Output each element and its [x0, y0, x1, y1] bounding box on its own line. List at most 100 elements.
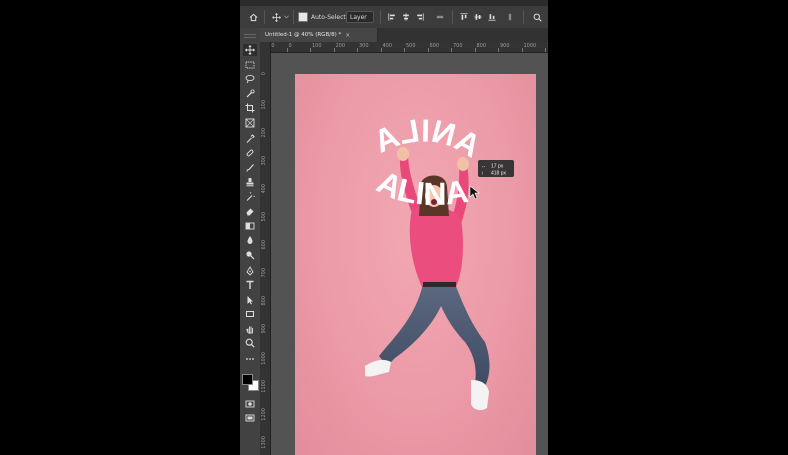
distribute-icon[interactable] [434, 9, 446, 25]
tools-panel [240, 28, 261, 455]
ruler-label: 1100 [261, 380, 267, 393]
align-top-icon[interactable] [458, 9, 470, 25]
chevron-down-icon[interactable] [283, 9, 289, 25]
auto-select-target-dropdown[interactable]: Layer [346, 11, 374, 23]
ruler-tick [380, 48, 382, 52]
ruler-label: 900 [261, 324, 267, 334]
layer-select-value: Layer [350, 13, 367, 21]
tooltip-dy: 418 px [491, 171, 507, 177]
ruler-tick [333, 48, 335, 52]
history-brush-icon[interactable] [243, 191, 257, 203]
lasso-tool-icon[interactable] [243, 73, 257, 85]
search-icon[interactable] [530, 9, 544, 25]
path-selection-icon[interactable] [243, 294, 257, 306]
document-tab-title: Untitled-1 @ 40% (RGB/8) * [265, 32, 342, 38]
measure-tooltip: ↔ 17 px ↕ 418 px [478, 160, 514, 177]
ruler-tick [404, 48, 405, 52]
ruler-tick [545, 48, 546, 52]
ruler-label: 300 [359, 43, 369, 49]
toolbar-grip[interactable] [244, 34, 256, 38]
type-tool-icon[interactable] [243, 279, 257, 291]
home-icon[interactable] [246, 9, 260, 25]
foreground-color-swatch[interactable] [242, 373, 253, 385]
align-horizontal-center-icon[interactable] [400, 9, 412, 25]
close-icon[interactable]: × [345, 32, 350, 39]
ruler-label: 1000 [261, 352, 267, 365]
clone-stamp-icon[interactable] [243, 176, 257, 188]
ruler-label: 100 [261, 100, 267, 110]
align-bottom-icon[interactable] [486, 9, 498, 25]
svg-text:↔: ↔ [481, 164, 486, 170]
dodge-tool-icon[interactable] [243, 249, 257, 261]
ruler-label: 1100 [547, 43, 548, 49]
crop-tool-icon[interactable] [243, 102, 257, 114]
gradient-tool-icon[interactable] [243, 220, 257, 232]
quick-mask-icon[interactable] [243, 398, 257, 410]
document-canvas[interactable]: ANILA ALINA ↔ 17 px ↕ 418 px [295, 74, 536, 455]
auto-select-checkbox[interactable] [298, 12, 308, 22]
ruler-tick [357, 48, 358, 52]
ruler-tick [474, 48, 476, 52]
ruler-tick [521, 48, 523, 52]
align-right-icon[interactable] [414, 9, 426, 25]
tooltip-dx: 17 px [491, 164, 504, 170]
ruler-tick [286, 48, 288, 52]
brush-tool-icon[interactable] [243, 162, 257, 174]
cursor-arrow-icon [469, 185, 480, 200]
ruler-label: 100 [312, 43, 322, 49]
eyedropper-tool-icon[interactable] [243, 133, 257, 145]
ruler-label: 1300 [261, 436, 267, 449]
ruler-label: 1000 [523, 43, 537, 49]
document-tab[interactable]: Untitled-1 @ 40% (RGB/8) * × [260, 28, 378, 42]
ruler-label: 800 [261, 296, 267, 306]
ruler-label: 700 [261, 268, 267, 278]
ruler-tick [498, 48, 499, 52]
vertical-ruler[interactable]: 0 100 200 300 400 500 600 700 800 900 1000 1100 1200… [260, 42, 271, 455]
blur-tool-icon[interactable] [243, 234, 257, 246]
ruler-tick [310, 48, 311, 52]
move-tool-options-icon[interactable] [269, 9, 283, 25]
curved-text-top[interactable]: ANILA [369, 112, 487, 164]
align-left-icon[interactable] [386, 9, 398, 25]
move-tool-icon[interactable] [243, 44, 257, 56]
distribute-vertical-icon[interactable] [504, 9, 516, 25]
curved-text-bottom[interactable]: ALINA [372, 164, 471, 212]
ruler-label: 1200 [261, 408, 267, 421]
ruler-label: 600 [261, 240, 267, 250]
photoshop-window: Auto-Select: Layer Untitled-1 @ 40% (RGB… [240, 0, 548, 455]
hand-tool-icon[interactable] [243, 323, 257, 335]
ruler-label: 300 [261, 156, 267, 166]
canvas-artwork: ANILA ALINA ↔ 17 px ↕ 418 px [365, 112, 514, 411]
ruler-label: 200 [335, 43, 346, 49]
auto-select-label: Auto-Select: [311, 13, 348, 21]
eraser-tool-icon[interactable] [243, 205, 257, 217]
zoom-tool-icon[interactable] [243, 337, 257, 349]
svg-text:↕: ↕ [481, 171, 484, 177]
ruler-label: 700 [453, 43, 463, 49]
options-bar: Auto-Select: Layer [240, 6, 548, 28]
healing-brush-icon[interactable] [243, 147, 257, 159]
ruler-tick [427, 48, 429, 52]
color-swatches[interactable] [242, 373, 259, 391]
screen-mode-icon[interactable] [243, 412, 257, 424]
align-vertical-center-icon[interactable] [472, 9, 484, 25]
more-tools-icon[interactable] [243, 353, 257, 365]
ruler-label: 200 [261, 128, 267, 138]
ruler-label: 500 [261, 212, 267, 222]
ruler-label: 600 [429, 43, 440, 49]
ruler-label: 0 [261, 72, 267, 76]
marquee-tool-icon[interactable] [243, 59, 257, 71]
ruler-label: 900 [500, 43, 510, 49]
ruler-label: 0 [288, 43, 292, 49]
frame-tool-icon[interactable] [243, 117, 257, 129]
document-tab-bar: Untitled-1 @ 40% (RGB/8) * × [260, 28, 548, 42]
pen-tool-icon[interactable] [243, 265, 257, 277]
horizontal-ruler[interactable]: 100010020030040050060070080090010001100 [263, 42, 548, 53]
rectangle-tool-icon[interactable] [243, 308, 257, 320]
ruler-label: 500 [406, 43, 416, 49]
ruler-tick [451, 48, 452, 52]
ruler-label: 400 [261, 184, 267, 194]
ruler-label: 400 [382, 43, 393, 49]
quick-select-tool-icon[interactable] [243, 88, 257, 100]
ruler-label: 800 [476, 43, 487, 49]
